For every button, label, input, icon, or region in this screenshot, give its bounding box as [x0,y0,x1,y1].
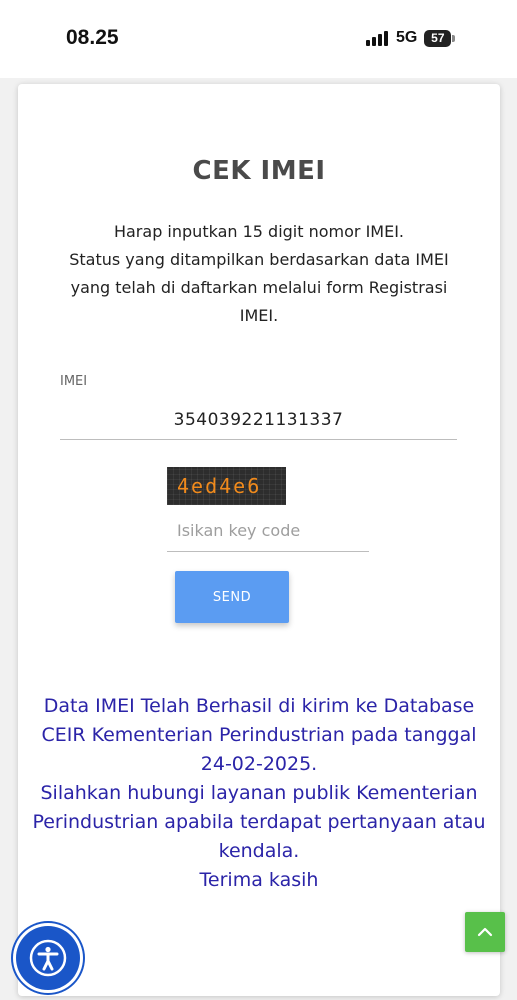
network-type: 5G [396,29,418,46]
status-time: 08.25 [66,26,119,49]
result-line: Terima kasih [199,869,319,891]
keycode-input[interactable] [167,510,369,552]
imei-input[interactable] [60,400,457,440]
result-line: Data IMEI Telah Berhasil di kirim ke Dat… [41,695,477,775]
imei-label: IMEI [60,374,88,389]
accessibility-icon [29,939,67,977]
battery-icon: 57 [424,29,456,47]
scroll-top-button[interactable] [465,912,505,952]
send-button[interactable]: SEND [175,571,289,623]
captcha-image: 4ed4e6 [167,467,286,505]
status-bar: 08.25 5G 57 [0,0,517,78]
accessibility-button[interactable] [16,926,80,990]
instruction-line: Status yang ditampilkan berdasarkan data… [69,250,449,325]
instructions: Harap inputkan 15 digit nomor IMEI. Stat… [58,218,460,330]
imei-check-card: CEK IMEI Harap inputkan 15 digit nomor I… [18,84,500,996]
signal-icon [366,30,388,46]
instruction-line: Harap inputkan 15 digit nomor IMEI. [113,222,405,241]
captcha-code: 4ed4e6 [177,474,262,498]
status-indicators: 5G 57 [366,29,456,47]
result-line: Silahkan hubungi layanan publik Kementer… [32,782,486,862]
page-title: CEK IMEI [192,156,326,186]
battery-level: 57 [424,29,452,47]
result-message: Data IMEI Telah Berhasil di kirim ke Dat… [32,692,486,895]
chevron-up-icon [477,927,493,937]
